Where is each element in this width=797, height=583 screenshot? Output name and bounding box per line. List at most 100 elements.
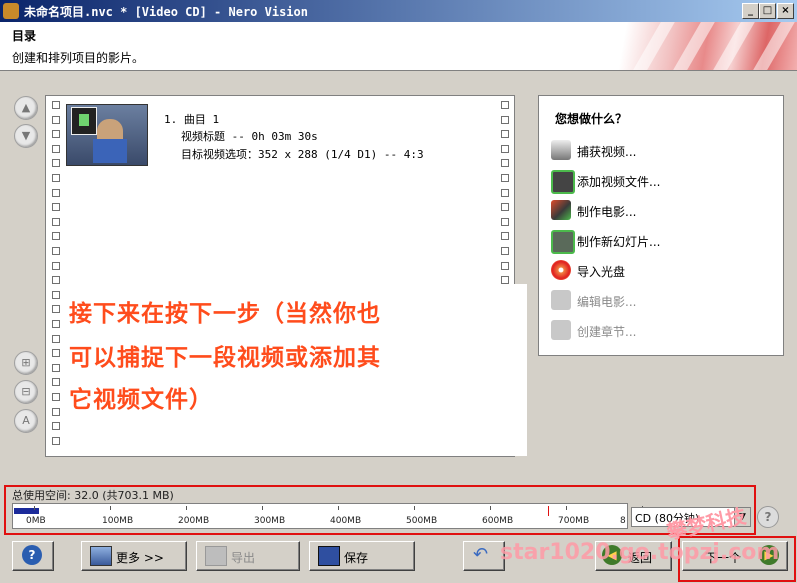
ruler-tick (338, 506, 339, 510)
ruler-tick-label: 0MB (26, 516, 46, 526)
capture-video-icon (551, 140, 571, 160)
sprocket-hole (52, 189, 60, 197)
sprocket-hole (52, 335, 60, 343)
sprocket-hole (52, 305, 60, 313)
ruler-tick (110, 506, 111, 510)
select-all-icon[interactable]: A (14, 409, 38, 433)
edit-movie-icon (551, 290, 571, 310)
sprocket-hole (52, 408, 60, 416)
sprocket-hole (52, 159, 60, 167)
sprocket-hole (52, 232, 60, 240)
sprocket-hole (501, 218, 509, 226)
clip-target-options: 目标视频选项：352 x 288 (1/4 D1) -- 4:3 (181, 148, 424, 161)
capacity-marker (548, 506, 549, 516)
ruler-tick (414, 506, 415, 510)
sprocket-hole (52, 320, 60, 328)
ruler-tick (34, 506, 35, 510)
ruler-tick (490, 506, 491, 510)
sprocket-hole (52, 291, 60, 299)
watermark-url: star1020.go.topzj.com (500, 540, 780, 565)
window-title: 未命名项目.nvc * [Video CD] - Nero Vision (24, 5, 308, 19)
help-icon: ? (22, 545, 42, 565)
ruler-tick (186, 506, 187, 510)
sprocket-hole (501, 232, 509, 240)
close-button[interactable]: × (777, 3, 794, 19)
sprocket-hole (501, 262, 509, 270)
maximize-button[interactable]: □ (759, 3, 776, 19)
sprocket-hole (52, 393, 60, 401)
header-decoration (567, 22, 797, 70)
sprocket-hole (52, 174, 60, 182)
export-button[interactable]: 导出 (196, 541, 300, 571)
make-movie-icon (551, 200, 571, 220)
sprocket-hole (52, 378, 60, 386)
annotation-line-1: 接下来在按下一步（当然你也 (69, 300, 381, 327)
help-button[interactable]: ? (12, 541, 54, 571)
split-icon[interactable]: ⊞ (14, 351, 38, 375)
actions-panel: 您想做什么？ 捕获视频... 添加视频文件... 制作电影... 制作新幻灯片.… (538, 95, 784, 356)
annotation-line-3: 它视频文件） (69, 386, 213, 413)
used-space-fill (14, 508, 39, 514)
undo-icon: ↶ (473, 544, 489, 565)
sprocket-hole (52, 247, 60, 255)
page-title: 目录 (12, 29, 37, 43)
sprocket-hole (501, 174, 509, 182)
tutorial-annotation: 接下来在按下一步（当然你也 可以捕捉下一段视频或添加其 它视频文件） (65, 284, 527, 456)
sprocket-hole (501, 247, 509, 255)
clip-thumbnail[interactable] (66, 104, 148, 166)
sprocket-hole (52, 422, 60, 430)
sprocket-hole (52, 437, 60, 445)
sprocket-hole (501, 116, 509, 124)
sprocket-hole (501, 203, 509, 211)
film-icon (71, 107, 97, 135)
merge-icon[interactable]: ⊟ (14, 380, 38, 404)
sprocket-hole (52, 101, 60, 109)
actions-title: 您想做什么？ (555, 112, 628, 126)
add-video-file-icon (551, 170, 575, 194)
annotation-line-2: 可以捕捉下一段视频或添加其 (69, 344, 381, 371)
sprocket-hole (52, 203, 60, 211)
sprocket-hole (52, 276, 60, 284)
ruler-tick-label: 300MB (254, 516, 286, 526)
ruler-tick-label: 700MB (558, 516, 590, 526)
save-button[interactable]: 保存 (309, 541, 415, 571)
slideshow-icon (551, 230, 575, 254)
nero-app-icon (3, 3, 19, 19)
space-used-label: 总使用空间: 32.0 (共703.1 MB) (12, 489, 174, 502)
ruler-tick (262, 506, 263, 510)
undo-button[interactable]: ↶ (463, 541, 505, 571)
ruler-tick-label: 200MB (178, 516, 210, 526)
title-bar: 未命名项目.nvc * [Video CD] - Nero Vision _ □… (0, 0, 797, 22)
sprocket-hole (501, 130, 509, 138)
sprocket-hole (501, 159, 509, 167)
sprocket-hole (501, 101, 509, 109)
ruler-tick-label: 600MB (482, 516, 514, 526)
space-help-icon[interactable]: ? (757, 506, 779, 528)
export-icon (205, 546, 227, 566)
save-disk-icon (318, 546, 340, 566)
minimize-button[interactable]: _ (742, 3, 759, 19)
sprocket-hole (501, 189, 509, 197)
sprocket-hole (501, 145, 509, 153)
sprocket-hole (52, 218, 60, 226)
sprocket-hole (52, 145, 60, 153)
page-header: 目录 创建和排列项目的影片。 (0, 22, 797, 71)
import-disc-icon (551, 260, 571, 280)
create-chapter-icon (551, 320, 571, 340)
page-subtitle: 创建和排列项目的影片。 (12, 51, 145, 65)
sprocket-hole (52, 364, 60, 372)
clip-title[interactable]: 1. 曲目 1 (164, 111, 219, 127)
sprocket-hole (52, 262, 60, 270)
more-options-icon (90, 546, 112, 566)
ruler-tick (566, 506, 567, 510)
sprocket-hole (52, 349, 60, 357)
ruler-tick-label: 100MB (102, 516, 134, 526)
sprocket-hole (52, 130, 60, 138)
move-up-icon[interactable]: ▲ (14, 96, 38, 120)
ruler-tick-label: 400MB (330, 516, 362, 526)
clip-video-title: 视频标题 -- 0h 03m 30s (181, 130, 318, 143)
more-button[interactable]: 更多 >> (81, 541, 187, 571)
sprocket-hole (52, 116, 60, 124)
move-down-icon[interactable]: ▼ (14, 124, 38, 148)
sprocket-hole (501, 276, 509, 284)
